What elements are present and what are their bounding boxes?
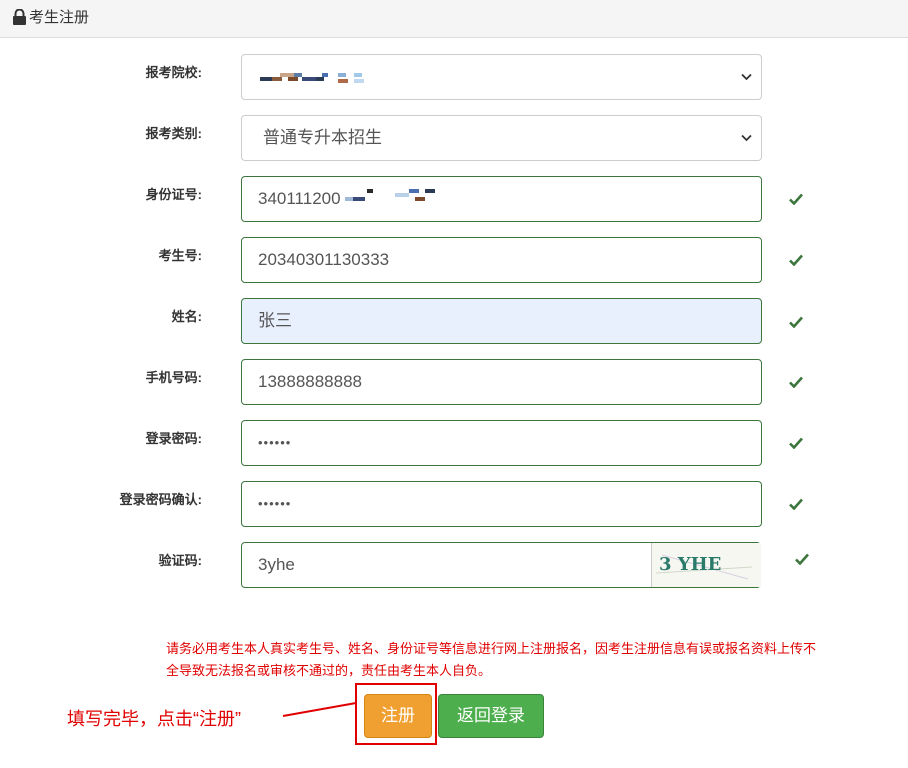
annotation-text: 填写完毕，点击“注册”: [67, 709, 241, 729]
check-icon: [789, 437, 803, 449]
name-input[interactable]: 张三: [241, 298, 762, 344]
name-value: 张三: [258, 311, 292, 330]
exam-number-label: 考生号:: [158, 248, 202, 263]
captcha-image[interactable]: 3 YHE: [651, 543, 761, 587]
captcha-input-group: 3yhe 3 YHE: [241, 542, 761, 588]
exam-number-input[interactable]: 20340301130333: [241, 237, 762, 283]
check-icon: [789, 193, 803, 205]
panel-header: 考生注册: [0, 0, 908, 38]
check-icon: [789, 498, 803, 510]
category-value: 普通专升本招生: [263, 128, 382, 147]
phone-label: 手机号码:: [145, 370, 202, 385]
registration-notice: 请务必用考生本人真实考生号、姓名、身份证号等信息进行网上注册报名，因考生注册信息…: [166, 641, 817, 678]
phone-value: 13888888888: [258, 372, 363, 391]
password-confirm-value: ••••••: [258, 496, 292, 511]
password-label: 登录密码:: [145, 431, 202, 446]
captcha-image-text: 3 YHE: [659, 554, 721, 575]
check-icon: [789, 316, 803, 328]
check-icon: [795, 553, 809, 565]
password-input[interactable]: ••••••: [241, 420, 762, 466]
captcha-glyphs: 3 YHE: [655, 554, 753, 580]
captcha-input[interactable]: 3yhe: [258, 543, 295, 587]
exam-number-value: 20340301130333: [258, 250, 390, 269]
password-confirm-input[interactable]: ••••••: [241, 481, 762, 527]
chevron-down-icon: [741, 134, 752, 142]
redacted-school-name: [260, 55, 370, 99]
lock-icon: [13, 9, 26, 25]
phone-input[interactable]: 13888888888: [241, 359, 762, 405]
school-label: 报考院校:: [145, 65, 202, 80]
chevron-down-icon: [741, 73, 752, 81]
password-confirm-label: 登录密码确认:: [119, 492, 202, 507]
id-number-input[interactable]: 340111200: [241, 176, 762, 222]
id-number-value: 340111200: [258, 189, 341, 208]
password-value: ••••••: [258, 435, 292, 450]
back-to-login-button[interactable]: 返回登录: [438, 694, 544, 738]
name-label: 姓名:: [171, 309, 202, 324]
school-select[interactable]: [241, 54, 762, 100]
redacted-id-digits: [345, 177, 455, 221]
captcha-label: 验证码:: [158, 553, 202, 568]
check-icon: [789, 376, 803, 388]
check-icon: [789, 254, 803, 266]
panel-title: 考生注册: [29, 9, 90, 26]
id-number-label: 身份证号:: [145, 187, 202, 202]
register-button[interactable]: 注册: [364, 694, 432, 738]
category-label: 报考类别:: [145, 126, 202, 141]
category-select[interactable]: 普通专升本招生: [241, 115, 762, 161]
